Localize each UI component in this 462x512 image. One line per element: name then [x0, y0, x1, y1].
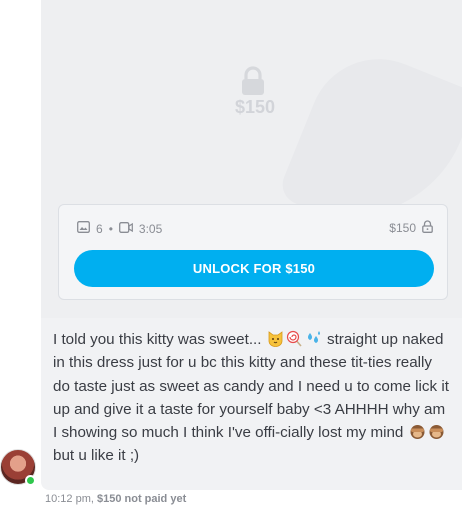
image-icon [77, 221, 90, 236]
message-text: I told you this kitty was sweet... strai… [53, 328, 453, 468]
price-label: $150 [389, 220, 433, 236]
lock-icon [240, 66, 266, 96]
unlock-card: 6 • 3:05 $150 UNLOCK FOR $150 [58, 204, 448, 300]
sweat-droplets-icon [305, 330, 322, 347]
video-duration: 3:05 [138, 221, 163, 236]
message-bubble: $150 6 • 3:05 $150 UNLOCK FOR $150 I tol… [41, 0, 462, 490]
cat-face-icon [267, 330, 284, 347]
message-footer: 10:12 pm, $150 not paid yet [45, 493, 186, 505]
message-time: 10:12 pm, [45, 493, 94, 505]
locked-media-preview[interactable]: $150 6 • 3:05 $150 UNLOCK FOR $150 [41, 0, 462, 318]
small-lock-icon [422, 220, 433, 236]
payment-status: $150 not paid yet [96, 493, 187, 505]
see-no-evil-monkey-icon [409, 423, 426, 440]
card-price: $150 [389, 221, 416, 235]
message-text-part3: but u like it ;) [53, 447, 140, 465]
photo-count: 6 [96, 221, 103, 236]
online-indicator [25, 475, 36, 486]
separator-dot: • [108, 221, 113, 236]
unlock-button[interactable]: UNLOCK FOR $150 [74, 250, 434, 287]
media-meta: 6 • 3:05 [77, 221, 162, 236]
message-text-part1: I told you this kitty was sweet... [53, 331, 262, 348]
lollipop-icon [286, 330, 303, 347]
video-icon [118, 221, 133, 236]
preview-price: $150 [234, 97, 276, 117]
see-no-evil-monkey-icon [428, 423, 445, 440]
